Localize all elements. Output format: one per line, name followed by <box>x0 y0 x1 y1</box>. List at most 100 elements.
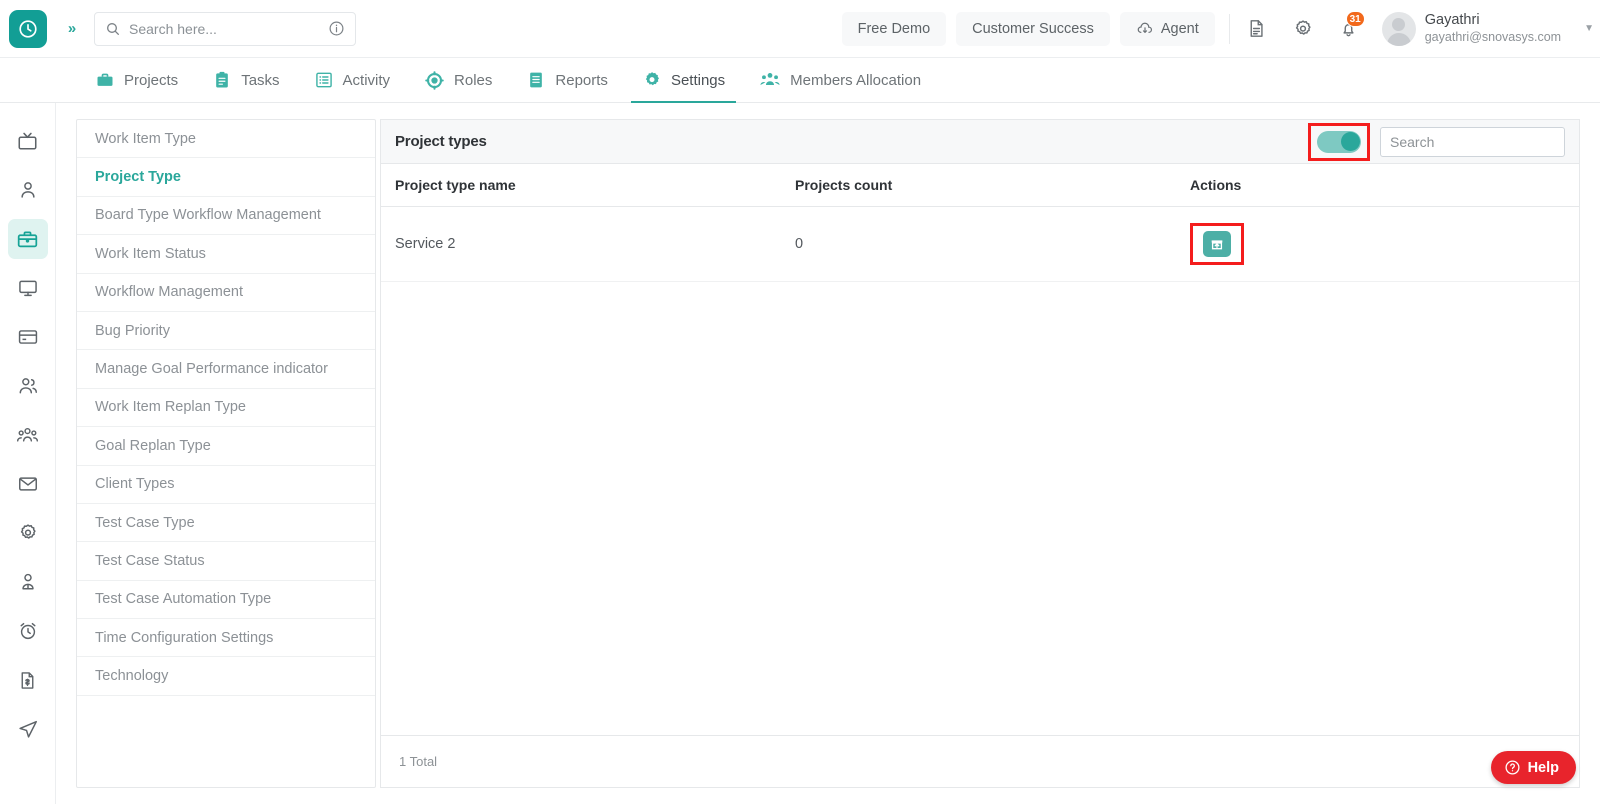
rail-item-timer[interactable] <box>8 611 48 651</box>
column-header-projects-count: Projects count <box>781 164 1176 207</box>
agent-label: Agent <box>1160 20 1199 37</box>
chevron-down-icon[interactable]: ▼ <box>1584 23 1594 34</box>
question-circle-icon <box>1504 759 1521 776</box>
tab-activity-label: Activity <box>342 71 391 89</box>
clock-logo-icon <box>9 9 47 48</box>
sidebar-item-client-types[interactable]: Client Types <box>77 466 375 504</box>
project-types-table: Project type name Projects count Actions… <box>381 164 1579 282</box>
total-count: 1 Total <box>399 754 438 769</box>
rail-item-teams[interactable] <box>8 415 48 455</box>
rail-item-invoice[interactable] <box>8 660 48 700</box>
sidebar-item-label: Work Item Replan Type <box>95 399 246 416</box>
envelope-icon <box>17 473 39 495</box>
sidebar-item-label: Goal Replan Type <box>95 437 211 454</box>
tab-settings[interactable]: Settings <box>625 58 742 103</box>
gear-icon[interactable] <box>1280 7 1326 51</box>
sidebar-item-work-item-type[interactable]: Work Item Type <box>77 120 375 159</box>
rail-item-mail[interactable] <box>8 464 48 504</box>
user-menu[interactable]: Gayathri gayathri@snovasys.com ▼ <box>1372 11 1600 46</box>
rail-item-billing[interactable] <box>8 317 48 357</box>
sidebar-item-manage-goal-performance-indicator[interactable]: Manage Goal Performance indicator <box>77 350 375 389</box>
cell-actions <box>1176 206 1579 282</box>
invoice-dollar-icon <box>17 670 38 691</box>
free-demo-button[interactable]: Free Demo <box>841 11 947 46</box>
rail-item-tv[interactable] <box>8 121 48 161</box>
customer-success-button[interactable]: Customer Success <box>956 11 1110 46</box>
cloud-download-icon <box>1136 20 1154 38</box>
sidebar-item-label: Time Configuration Settings <box>95 629 274 646</box>
rail-item-settings[interactable] <box>8 513 48 553</box>
report-icon <box>526 70 546 90</box>
sidebar-item-work-item-status[interactable]: Work Item Status <box>77 235 375 274</box>
sidebar-item-work-item-replan-type[interactable]: Work Item Replan Type <box>77 389 375 428</box>
users-icon <box>17 375 39 397</box>
rail-item-profile[interactable] <box>8 562 48 602</box>
document-icon[interactable] <box>1234 7 1280 51</box>
sidebar-item-technology[interactable]: Technology <box>77 657 375 696</box>
tab-tasks[interactable]: Tasks <box>195 58 296 102</box>
cell-project-type-name: Service 2 <box>381 206 781 282</box>
top-bar: » Free Demo Customer Success <box>0 0 1600 58</box>
sidebar-item-label: Bug Priority <box>95 322 170 339</box>
show-archived-toggle[interactable] <box>1317 130 1361 153</box>
gear-icon <box>17 522 39 544</box>
tab-projects-label: Projects <box>124 71 179 89</box>
info-icon[interactable] <box>328 20 345 37</box>
sidebar-item-label: Board Type Workflow Management <box>95 207 321 224</box>
tab-members-allocation[interactable]: Members Allocation <box>742 58 938 102</box>
sidebar-item-board-type-workflow-management[interactable]: Board Type Workflow Management <box>77 197 375 236</box>
column-header-actions: Actions <box>1176 164 1579 207</box>
tv-icon <box>16 130 39 153</box>
sidebar-item-label: Manage Goal Performance indicator <box>95 361 328 378</box>
rail-item-send[interactable] <box>8 709 48 749</box>
tab-roles[interactable]: Roles <box>407 58 509 102</box>
settings-side-menu: Work Item Type Project Type Board Type W… <box>76 119 376 788</box>
sidebar-item-label: Test Case Automation Type <box>95 591 272 608</box>
help-button[interactable]: Help <box>1490 751 1576 784</box>
sidebar-item-workflow-management[interactable]: Workflow Management <box>77 274 375 312</box>
icon-rail <box>0 58 56 804</box>
sidebar-item-test-case-status[interactable]: Test Case Status <box>77 542 375 581</box>
sidebar-item-label: Work Item Type <box>95 130 196 147</box>
rail-item-projects[interactable] <box>7 219 48 259</box>
rail-item-user[interactable] <box>8 170 48 210</box>
list-grid-icon <box>314 70 334 90</box>
target-icon <box>424 70 445 91</box>
sidebar-item-time-configuration-settings[interactable]: Time Configuration Settings <box>77 619 375 658</box>
rail-item-monitor[interactable] <box>8 268 48 308</box>
sidebar-item-label: Workflow Management <box>95 284 244 301</box>
agent-button[interactable]: Agent <box>1119 11 1215 46</box>
credit-card-icon <box>17 326 39 348</box>
sidebar-item-test-case-automation-type[interactable]: Test Case Automation Type <box>77 581 375 620</box>
sidebar-item-test-case-type[interactable]: Test Case Type <box>77 504 375 543</box>
tab-reports-label: Reports <box>555 71 608 89</box>
search-input[interactable] <box>129 20 320 37</box>
unarchive-button[interactable] <box>1203 231 1231 257</box>
panel-search-input[interactable] <box>1380 126 1565 157</box>
tab-tasks-label: Tasks <box>241 71 280 89</box>
sidebar-item-bug-priority[interactable]: Bug Priority <box>77 312 375 351</box>
customer-success-label: Customer Success <box>972 20 1094 37</box>
gear-icon <box>642 70 662 90</box>
tab-projects[interactable]: Projects <box>78 58 195 102</box>
sidebar-item-goal-replan-type[interactable]: Goal Replan Type <box>77 427 375 466</box>
sidebar-item-label: Test Case Status <box>95 552 205 569</box>
cell-projects-count: 0 <box>781 206 1176 282</box>
chevron-double-right-icon[interactable]: » <box>56 20 86 37</box>
tab-reports[interactable]: Reports <box>509 58 625 102</box>
clipboard-icon <box>212 70 232 90</box>
top-bar-actions: Free Demo Customer Success Agent 31 Gaya… <box>841 7 1600 51</box>
tab-activity[interactable]: Activity <box>297 58 408 102</box>
help-label: Help <box>1527 759 1559 776</box>
bell-icon[interactable]: 31 <box>1326 7 1372 51</box>
rail-item-users[interactable] <box>8 366 48 406</box>
column-header-project-type-name: Project type name <box>381 164 781 207</box>
user-email: gayathri@snovasys.com <box>1424 30 1562 45</box>
sidebar-item-label: Technology <box>95 668 169 685</box>
table-row: Service 2 0 <box>381 206 1579 282</box>
sidebar-item-project-type[interactable]: Project Type <box>77 158 375 197</box>
global-search[interactable] <box>94 11 356 46</box>
unarchive-icon <box>1209 236 1225 252</box>
free-demo-label: Free Demo <box>857 20 931 37</box>
app-logo[interactable] <box>0 0 56 58</box>
